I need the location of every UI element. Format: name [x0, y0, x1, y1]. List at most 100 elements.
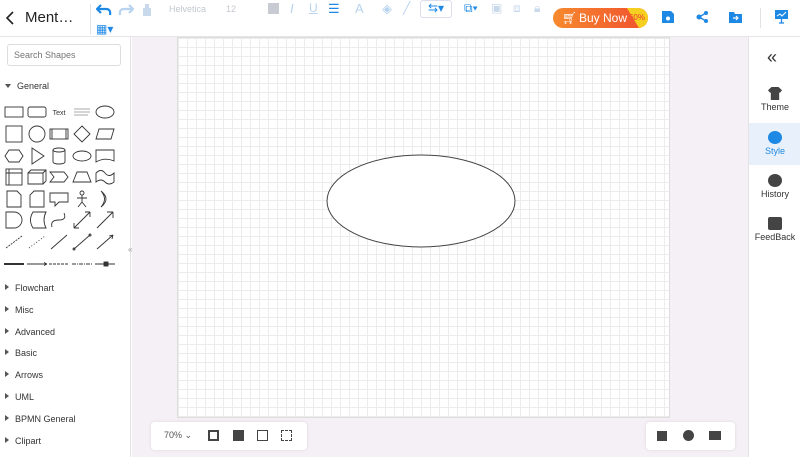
- italic-icon[interactable]: I: [290, 1, 294, 16]
- shape-square[interactable]: [5, 125, 23, 143]
- shape-step[interactable]: [49, 171, 69, 183]
- zoom-level-select[interactable]: 70% ⌄: [164, 430, 192, 441]
- shape-arrow[interactable]: [96, 211, 114, 229]
- shape-cube[interactable]: [27, 169, 47, 185]
- shirt-icon: [768, 87, 782, 100]
- shape-textbox[interactable]: [74, 108, 90, 116]
- fit-page-icon[interactable]: [208, 430, 219, 441]
- panel-tab-style[interactable]: Style: [749, 123, 800, 165]
- shape-link[interactable]: [27, 262, 48, 266]
- align-icon[interactable]: ☰: [328, 1, 340, 17]
- panel-tab-label: History: [760, 189, 789, 199]
- category-uml[interactable]: UML: [5, 392, 34, 402]
- panel-tab-history[interactable]: History: [749, 174, 800, 199]
- line-color-icon[interactable]: ╱: [403, 1, 410, 15]
- fill-color-icon[interactable]: ◈: [382, 1, 392, 17]
- shape-note[interactable]: [6, 190, 22, 208]
- shape-diamond[interactable]: [73, 125, 91, 143]
- shape-stored-data[interactable]: [30, 211, 47, 229]
- font-size-select[interactable]: 12: [226, 4, 236, 14]
- category-arrows[interactable]: Arrows: [5, 370, 43, 380]
- shape-rounded-rectangle[interactable]: [27, 106, 47, 118]
- view-toolbar: [646, 422, 735, 450]
- drawing-page[interactable]: [177, 37, 670, 418]
- shape-process[interactable]: [49, 128, 69, 140]
- shape-directional-connector[interactable]: [96, 234, 114, 250]
- export-folder-icon[interactable]: [729, 11, 742, 23]
- underline-icon[interactable]: U: [309, 1, 318, 15]
- theme-mode-icon[interactable]: [683, 430, 694, 441]
- shape-hexagon[interactable]: [4, 149, 24, 163]
- shape-rectangle[interactable]: [4, 106, 24, 118]
- shape-cylinder[interactable]: [52, 147, 66, 165]
- shape-internal-storage[interactable]: [5, 168, 23, 186]
- shape-triangle[interactable]: [31, 147, 45, 165]
- shape-parallelogram[interactable]: [95, 128, 115, 140]
- zoom-level: 70%: [164, 430, 183, 440]
- keyboard-shortcuts-icon[interactable]: [709, 431, 721, 440]
- divider: [90, 4, 91, 34]
- search-shapes-input[interactable]: [7, 44, 121, 66]
- shape-card[interactable]: [29, 190, 45, 208]
- share-icon[interactable]: [696, 11, 708, 23]
- save-icon[interactable]: [662, 11, 674, 23]
- arrange-icon[interactable]: ⧉▾: [464, 1, 478, 16]
- panel-tab-theme[interactable]: Theme: [749, 87, 800, 112]
- shape-double-arrow[interactable]: [73, 211, 91, 229]
- present-icon[interactable]: [775, 10, 788, 24]
- shape-dotted-line[interactable]: [28, 235, 46, 249]
- category-flowchart[interactable]: Flowchart: [5, 283, 54, 293]
- toolbar: Ment… Helvetica 12 I U ☰ A ◈ ╱ ⇆▾ ⧉▾ ▣ ⧈…: [0, 0, 800, 37]
- buy-now-button[interactable]: 🛒︎ Buy Now -60%: [553, 8, 648, 28]
- shape-or[interactable]: [100, 190, 107, 208]
- ungroup-icon[interactable]: ⧈: [513, 1, 521, 16]
- fullscreen-icon[interactable]: [281, 430, 292, 441]
- clock-icon: [768, 174, 782, 187]
- back-icon[interactable]: [5, 11, 15, 25]
- shape-trapezoid[interactable]: [72, 171, 92, 183]
- lock-icon[interactable]: 🔒︎: [534, 1, 540, 16]
- redo-icon[interactable]: [118, 4, 134, 16]
- shape-curved-arrow[interactable]: [51, 212, 66, 228]
- category-general[interactable]: General: [5, 81, 49, 91]
- page-view-icon[interactable]: [657, 431, 667, 441]
- group-icon[interactable]: ▣: [491, 1, 502, 15]
- shape-cloud[interactable]: [72, 150, 92, 162]
- shape-ellipse[interactable]: [95, 105, 115, 119]
- undo-icon[interactable]: [96, 4, 112, 16]
- format-painter-icon[interactable]: [141, 3, 153, 17]
- shape-callout[interactable]: [49, 192, 69, 208]
- shape-actor[interactable]: [77, 190, 87, 208]
- document-title[interactable]: Ment…: [25, 9, 73, 26]
- buy-now-label: Buy Now: [579, 11, 628, 25]
- category-bpmn-general[interactable]: BPMN General: [5, 414, 76, 424]
- category-misc[interactable]: Misc: [5, 305, 34, 315]
- fit-width-icon[interactable]: [233, 430, 244, 441]
- font-color-icon[interactable]: A: [355, 1, 364, 16]
- font-family-select[interactable]: Helvetica: [169, 4, 206, 14]
- shape-bidirectional-connector[interactable]: [72, 233, 92, 251]
- panel-tab-label: FeedBack: [754, 232, 796, 242]
- palette-icon: [768, 131, 782, 144]
- category-clipart[interactable]: Clipart: [5, 436, 41, 446]
- shape-document[interactable]: [95, 149, 115, 163]
- fill-pattern-icon[interactable]: [268, 3, 279, 14]
- shape-link-4[interactable]: [95, 261, 115, 267]
- zoom-toolbar: 70% ⌄: [151, 422, 307, 450]
- shape-dashed-line[interactable]: [5, 235, 23, 249]
- shape-tape[interactable]: [95, 170, 115, 185]
- right-panel: « Theme Style History FeedBack: [748, 37, 800, 457]
- cart-icon: 🛒︎: [562, 11, 578, 25]
- table-icon[interactable]: ▦▾: [96, 22, 113, 36]
- actual-size-icon[interactable]: [257, 430, 268, 441]
- panel-tab-feedback[interactable]: FeedBack: [749, 217, 800, 242]
- category-advanced[interactable]: Advanced: [5, 327, 55, 337]
- ellipse-shape[interactable]: [325, 154, 517, 249]
- shape-line[interactable]: [50, 234, 68, 250]
- category-basic[interactable]: Basic: [5, 348, 37, 358]
- connector-style-icon[interactable]: ⇆▾: [420, 0, 452, 18]
- shape-delay[interactable]: [5, 211, 23, 229]
- collapse-panel-icon[interactable]: «: [767, 47, 777, 68]
- shape-circle[interactable]: [28, 125, 46, 143]
- shape-text[interactable]: Text: [53, 110, 66, 117]
